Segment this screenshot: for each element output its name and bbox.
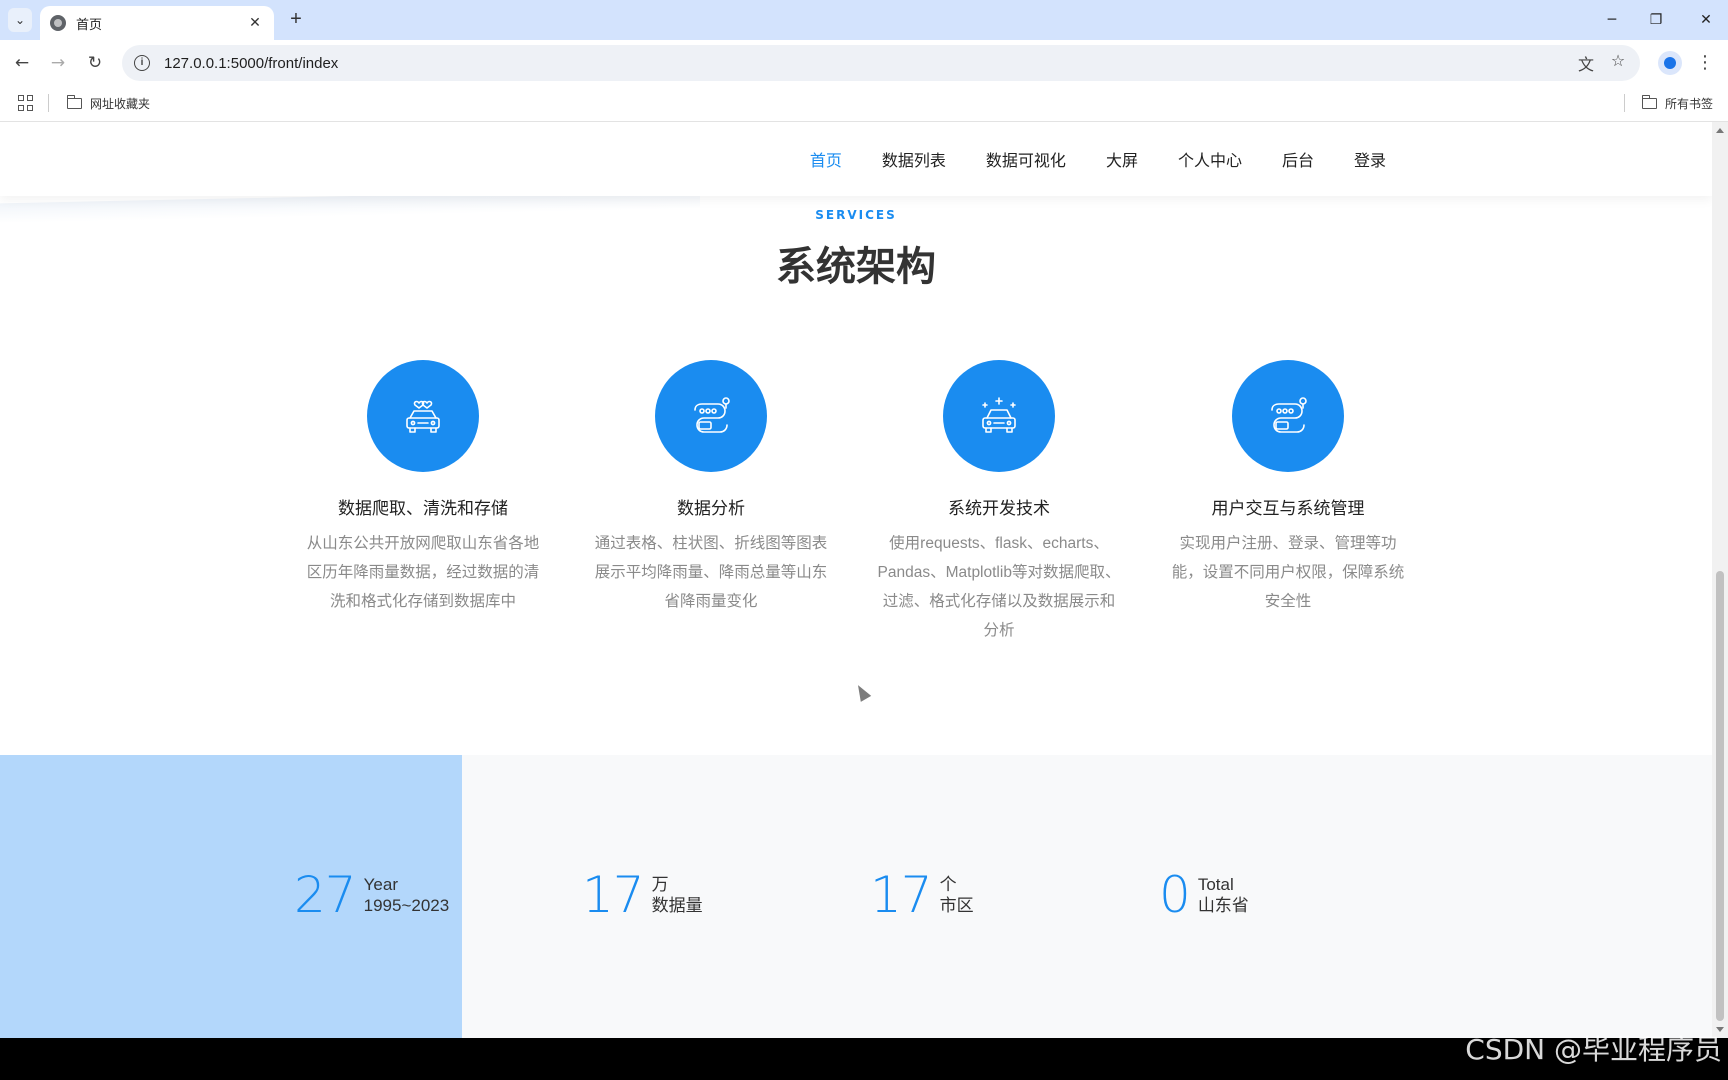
site-info-icon[interactable]: i — [134, 55, 150, 71]
tab-search-button[interactable]: ⌄ — [8, 8, 32, 32]
stat-label-top: 个 — [939, 875, 957, 894]
scroll-up-arrow-icon[interactable] — [1716, 128, 1724, 133]
service-description: 通过表格、柱状图、折线图等图表展示平均降雨量、降雨总量等山东省降雨量变化 — [594, 535, 828, 610]
apps-grid-icon[interactable] — [18, 95, 34, 111]
service-icon-circle — [655, 360, 767, 472]
site-header: 首页 数据列表 数据可视化 大屏 个人中心 后台 登录 — [0, 122, 1712, 196]
stat-item: 27 Year 1995~2023 — [294, 865, 449, 925]
minimize-button[interactable]: ─ — [1590, 0, 1634, 40]
bookmarks-divider-right — [1624, 94, 1625, 112]
page-viewport: 首页 数据列表 数据可视化 大屏 个人中心 后台 登录 SERVICES 系统架… — [0, 122, 1712, 1038]
service-description: 实现用户注册、登录、管理等功能，设置不同用户权限，保障系统安全性 — [1171, 535, 1405, 610]
new-tab-button[interactable]: + — [284, 8, 308, 32]
service-title: 数据爬取、清洗和存储 — [338, 499, 508, 518]
bookmarks-divider — [48, 94, 49, 112]
bookmark-star-icon[interactable]: ☆ — [1606, 51, 1630, 73]
close-tab-icon[interactable]: ✕ — [246, 15, 264, 31]
all-bookmarks-folder[interactable]: 所有书签 — [1641, 95, 1714, 112]
nav-admin[interactable]: 后台 — [1282, 147, 1314, 171]
main-nav: 首页 数据列表 数据可视化 大屏 个人中心 后台 登录 — [810, 122, 1386, 196]
stat-item: 17 个 市区 — [870, 865, 974, 925]
stat-number: 0 — [1159, 866, 1191, 924]
nav-data-list[interactable]: 数据列表 — [882, 147, 946, 171]
all-bookmarks-label: 所有书签 — [1665, 97, 1714, 111]
browser-tab[interactable]: 首页 ✕ — [40, 6, 274, 40]
stat-item: 17 万 数据量 — [582, 865, 703, 925]
service-card: 用户交互与系统管理 实现用户注册、登录、管理等功能，设置不同用户权限，保障系统安… — [1158, 360, 1418, 616]
url-text[interactable]: 127.0.0.1:5000/front/index — [164, 55, 338, 72]
folder-icon — [66, 95, 82, 109]
service-title: 数据分析 — [677, 499, 745, 518]
service-description: 使用requests、flask、echarts、Pandas、Matplotl… — [877, 535, 1121, 639]
scrollbar-thumb[interactable] — [1716, 571, 1724, 1021]
nav-home[interactable]: 首页 — [810, 147, 842, 171]
nav-data-visualization[interactable]: 数据可视化 — [986, 147, 1066, 171]
forward-button[interactable]: → — [47, 52, 69, 74]
stat-label-top: Year — [363, 875, 398, 894]
service-card: 数据爬取、清洗和存储 从山东公共开放网爬取山东省各地区历年降雨量数据，经过数据的… — [293, 360, 553, 616]
route-road-icon — [694, 397, 730, 433]
stat-label-bottom: 数据量 — [651, 896, 703, 915]
car-heart-icon — [406, 400, 440, 433]
folder-icon — [1641, 95, 1657, 109]
bookmarks-bar: 网址收藏夹 所有书签 — [0, 86, 1728, 122]
back-button[interactable]: ← — [11, 52, 33, 74]
stat-label-top: 万 — [651, 875, 669, 894]
stats-section: 27 Year 1995~2023 17 万 数据量 17 个 市区 0 Tot… — [0, 755, 1712, 1038]
restore-button[interactable]: ❐ — [1634, 0, 1678, 40]
service-icon-circle — [1232, 360, 1344, 472]
nav-login[interactable]: 登录 — [1354, 147, 1386, 171]
service-title: 用户交互与系统管理 — [1211, 499, 1365, 518]
service-card: 数据分析 通过表格、柱状图、折线图等图表展示平均降雨量、降雨总量等山东省降雨量变… — [581, 360, 841, 616]
address-bar[interactable]: i 127.0.0.1:5000/front/index ⽂ ☆ — [122, 45, 1640, 81]
reload-button[interactable]: ↻ — [84, 52, 106, 74]
translate-icon[interactable]: ⽂ — [1574, 51, 1598, 74]
stat-item: 0 Total 山东省 — [1159, 865, 1249, 925]
stat-number: 17 — [870, 866, 933, 924]
close-window-button[interactable]: ✕ — [1684, 0, 1728, 40]
section-title: 系统架构 — [776, 244, 936, 290]
car-sparkle-icon — [982, 397, 1016, 433]
stat-label-bottom: 山东省 — [1197, 896, 1249, 915]
browser-menu-icon[interactable]: ⋮ — [1696, 50, 1714, 76]
browser-toolbar: ← → ↻ i 127.0.0.1:5000/front/index ⽂ ☆ ⋮ — [0, 40, 1728, 86]
profile-avatar[interactable] — [1658, 51, 1682, 75]
watermark: CSDN @毕业程序员 — [1465, 1033, 1722, 1066]
bookmark-folder-label: 网址收藏夹 — [90, 97, 151, 111]
stat-number: 17 — [582, 866, 645, 924]
nav-user-center[interactable]: 个人中心 — [1178, 147, 1242, 171]
page-scrollbar[interactable] — [1712, 122, 1728, 1038]
stat-number: 27 — [294, 866, 357, 924]
service-description: 从山东公共开放网爬取山东省各地区历年降雨量数据，经过数据的清洗和格式化存储到数据… — [306, 535, 540, 610]
route-road-icon — [1271, 397, 1307, 433]
service-title: 系统开发技术 — [948, 499, 1050, 518]
service-card: 系统开发技术 使用requests、flask、echarts、Pandas、M… — [869, 360, 1129, 645]
service-icon-circle — [943, 360, 1055, 472]
stat-label-bottom: 市区 — [939, 896, 974, 915]
service-icon-circle — [367, 360, 479, 472]
stat-label-top: Total — [1197, 875, 1234, 894]
stat-label-bottom: 1995~2023 — [363, 896, 450, 915]
bookmark-folder[interactable]: 网址收藏夹 — [66, 95, 151, 112]
globe-icon — [50, 15, 66, 31]
browser-tab-bar: ⌄ 首页 ✕ + ─ ❐ ✕ — [0, 0, 1728, 40]
tab-title: 首页 — [76, 16, 103, 32]
nav-big-screen[interactable]: 大屏 — [1106, 147, 1138, 171]
mouse-cursor-icon — [852, 682, 872, 702]
